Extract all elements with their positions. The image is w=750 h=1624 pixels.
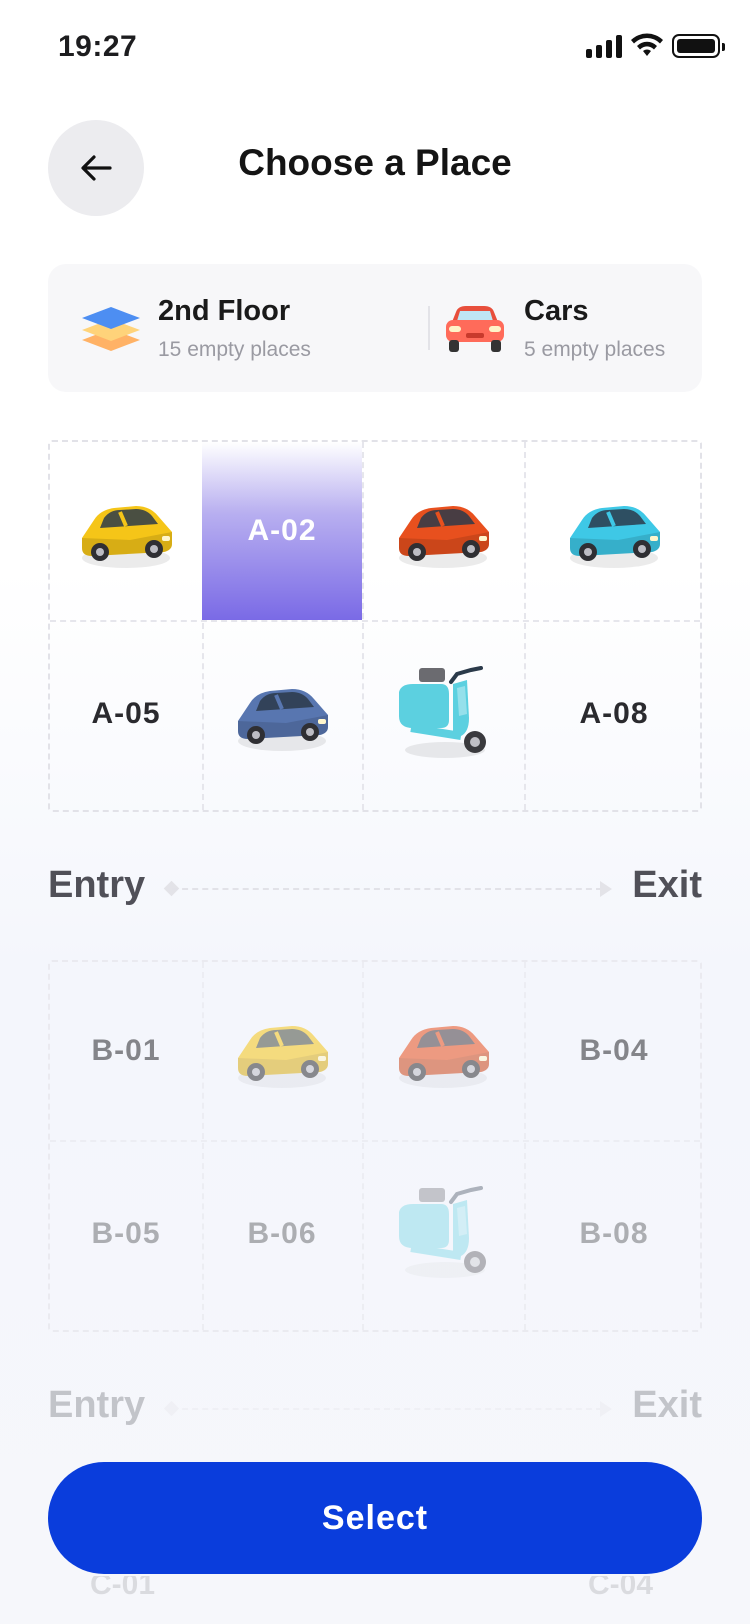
arrow-left-icon [81,155,112,181]
vehicle-title: Cars [524,294,589,327]
exit-label: Exit [632,1384,702,1426]
parking-spot-occupied [50,442,202,620]
parked-car-icon [230,1006,334,1097]
parking-info-card: 2nd Floor 15 empty places Cars 5 empty p… [48,264,702,392]
page-title: Choose a Place [238,142,512,183]
spot-label: B-04 [579,1034,649,1067]
select-button[interactable]: Select [48,1462,702,1574]
parking-spot-available[interactable]: B-06 [202,1142,362,1326]
parking-section-a: A-02 A-05 A-08 [48,440,702,812]
spot-label: B-01 [91,1034,161,1067]
entry-label: Entry [48,864,146,906]
battery-icon [672,34,725,58]
entry-label: Entry [48,1384,146,1426]
info-divider [428,306,430,350]
driveway-a: Entry Exit [48,864,702,914]
parking-spot-occupied [362,622,524,806]
parking-spot-available[interactable]: B-05 [50,1142,202,1326]
parking-spot-occupied [202,962,362,1140]
direction-arrow-icon [600,1401,612,1417]
driveway-b: Entry Exit [48,1384,702,1434]
parking-spot-available[interactable]: A-08 [524,622,704,806]
spot-label: A-08 [579,697,649,730]
parking-spot-available[interactable]: B-08 [524,1142,704,1326]
vehicle-type-selector[interactable]: Cars 5 empty places [442,264,665,392]
parked-scooter-icon [391,1182,495,1287]
layers-icon [82,307,140,351]
ghost-spot-label: C-04 [588,1576,654,1601]
parked-car-icon [74,486,178,577]
car-icon [446,306,504,352]
parking-spot-available[interactable]: B-04 [524,962,704,1140]
driveway-line [172,1408,602,1410]
status-bar: 19:27 [0,0,750,96]
parking-spot-available[interactable]: A-05 [50,622,202,806]
spot-label: B-08 [579,1217,649,1250]
parking-spot-occupied [524,442,704,620]
parked-car-icon [391,1006,495,1097]
floor-selector[interactable]: 2nd Floor 15 empty places [80,264,311,392]
wifi-icon [631,33,663,56]
vehicle-subtitle: 5 empty places [524,337,666,361]
parking-spot-occupied [362,1142,524,1326]
parked-car-icon [562,486,666,577]
parked-scooter-icon [391,662,495,767]
direction-arrow-icon [600,881,612,897]
spot-label: B-05 [91,1217,161,1250]
parking-spot-selected[interactable]: A-02 [202,442,362,620]
floor-subtitle: 15 empty places [158,337,311,361]
driveway-line [172,888,602,890]
parking-spot-occupied [362,962,524,1140]
parking-spot-available[interactable]: B-01 [50,962,202,1140]
status-time: 19:27 [58,30,138,63]
cellular-signal-icon [586,34,622,58]
parking-section-b: B-01 B-04 B-05 B-06 B-08 [48,960,702,1332]
floor-title: 2nd Floor [158,294,291,327]
spot-label: A-05 [91,697,161,730]
spot-label: B-06 [247,1217,317,1250]
back-button[interactable] [48,120,144,216]
parked-car-icon [391,486,495,577]
exit-label: Exit [632,864,702,906]
ghost-spot-label: C-01 [90,1576,156,1601]
next-row-peek: C-01 C-04 [48,1576,702,1624]
parking-spot-occupied [362,442,524,620]
parked-car-icon [230,669,334,760]
spot-label: A-02 [247,514,317,547]
parking-spot-occupied [202,622,362,806]
